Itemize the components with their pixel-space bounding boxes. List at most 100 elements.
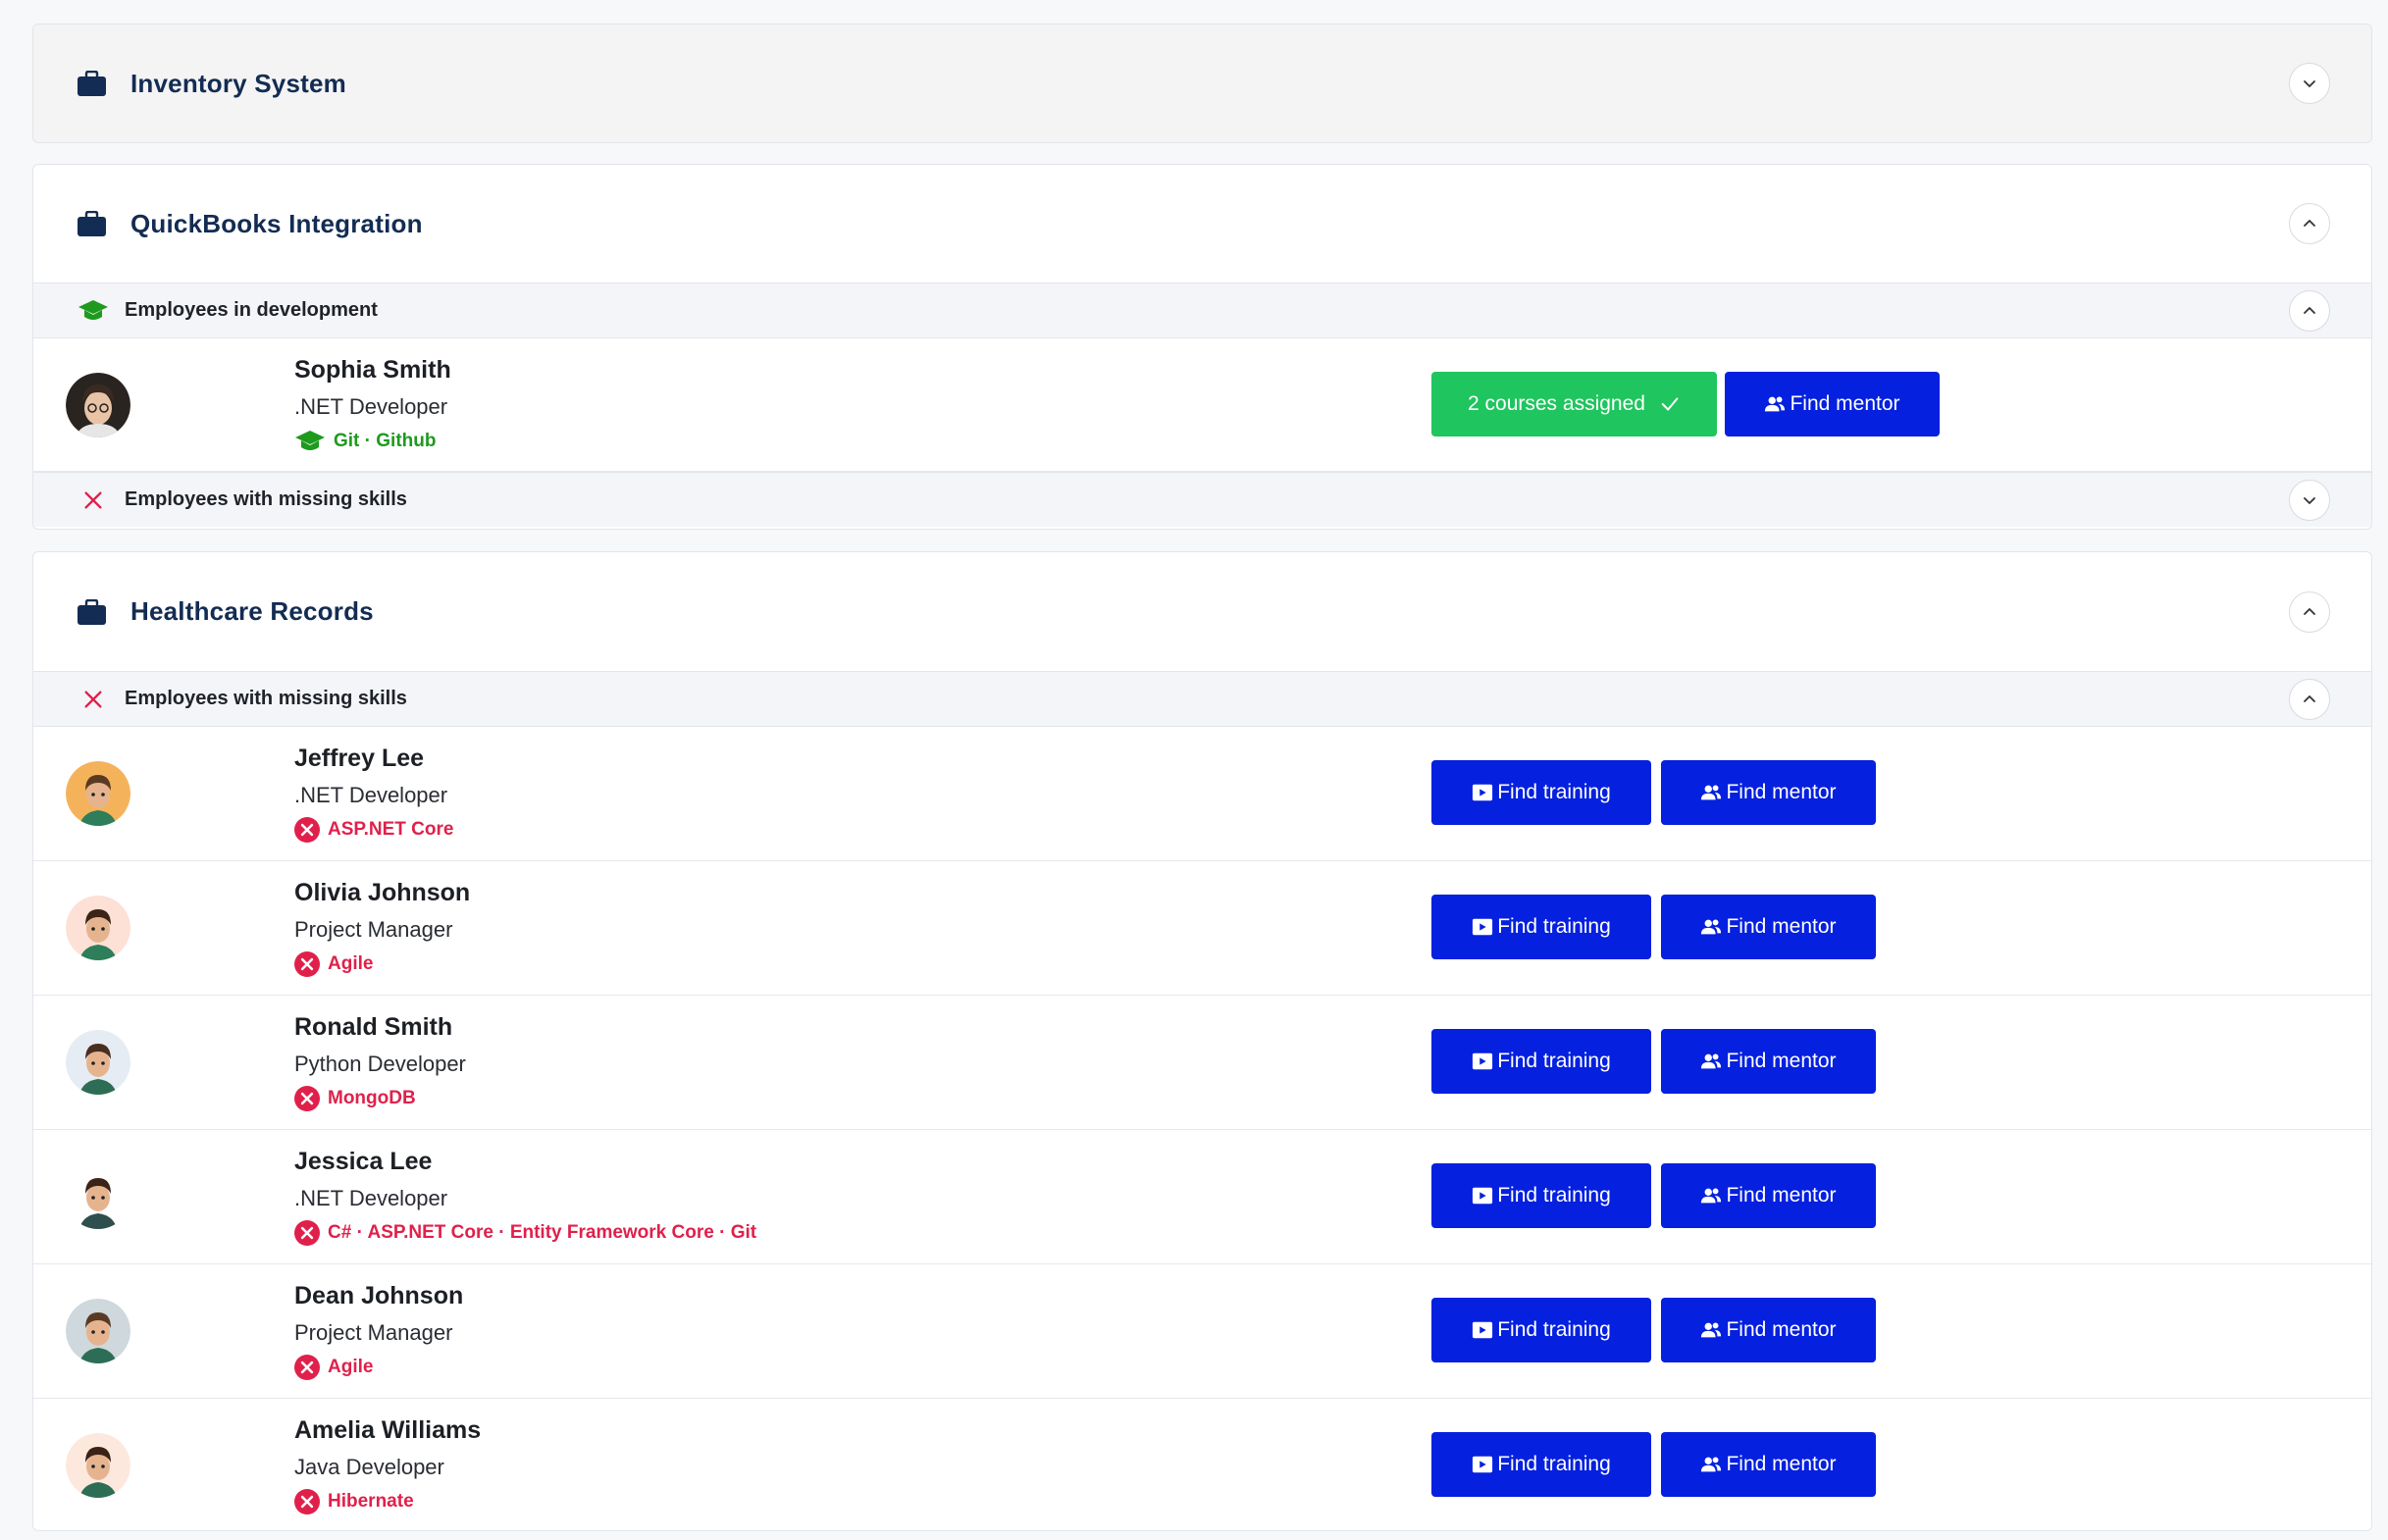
employee-name: Olivia Johnson <box>294 879 471 906</box>
employee-name: Jeffrey Lee <box>294 744 425 772</box>
employee-role: .NET Developer <box>294 783 448 807</box>
find-training-label: Find training <box>1497 915 1611 938</box>
project-title: QuickBooks Integration <box>130 208 423 238</box>
expand-chevron-down-icon[interactable] <box>2289 479 2330 521</box>
x-circle-icon <box>294 1489 320 1514</box>
missing-skills: Agile <box>294 951 373 977</box>
find-mentor-button[interactable]: Find mentor <box>1661 895 1876 959</box>
project-card-healthcare: Healthcare Records Employees with missin… <box>32 551 2372 1531</box>
briefcase-icon <box>78 211 106 236</box>
find-mentor-label: Find mentor <box>1726 1318 1837 1341</box>
section-header-missing-skills[interactable]: Employees with missing skills <box>33 472 2371 527</box>
collapse-chevron-up-icon[interactable] <box>2289 590 2330 633</box>
find-training-button[interactable]: Find training <box>1431 760 1651 825</box>
graduation-cap-icon <box>294 429 326 454</box>
project-header-healthcare[interactable]: Healthcare Records <box>33 552 2371 671</box>
find-mentor-button[interactable]: Find mentor <box>1661 1432 1876 1497</box>
find-mentor-button[interactable]: Find mentor <box>1661 1029 1876 1094</box>
missing-skills: MongoDB <box>294 1086 416 1111</box>
employee-name: Sophia Smith <box>294 356 451 384</box>
skills-list: MongoDB <box>328 1088 416 1108</box>
section-header-development[interactable]: Employees in development <box>33 282 2371 338</box>
find-training-label: Find training <box>1497 1050 1611 1072</box>
collapse-chevron-up-icon[interactable] <box>2289 289 2330 332</box>
expand-chevron-down-icon[interactable] <box>2289 63 2330 104</box>
x-mark-icon <box>78 686 109 713</box>
people-icon <box>1700 1319 1722 1341</box>
collapse-chevron-up-icon[interactable] <box>2289 203 2330 244</box>
skills-list: Hibernate <box>328 1491 414 1512</box>
find-training-label: Find training <box>1497 1184 1611 1206</box>
avatar <box>66 373 130 437</box>
missing-skills: Agile <box>294 1355 373 1380</box>
play-icon <box>1472 1319 1493 1341</box>
find-training-label: Find training <box>1497 781 1611 803</box>
employee-role: Project Manager <box>294 917 453 942</box>
courses-assigned-button[interactable]: 2 courses assigned <box>1431 372 1717 436</box>
briefcase-icon <box>78 599 106 625</box>
project-card-inventory: Inventory System <box>32 24 2372 143</box>
people-icon <box>1700 1185 1722 1206</box>
section-header-missing-skills[interactable]: Employees with missing skills <box>33 671 2371 727</box>
employee-name: Amelia Williams <box>294 1416 482 1444</box>
section-title: Employees with missing skills <box>125 488 407 510</box>
employee-row: Olivia Johnson Project Manager Agile Fin… <box>33 861 2371 996</box>
briefcase-icon <box>78 71 106 96</box>
section-title: Employees with missing skills <box>125 688 407 709</box>
employee-name: Ronald Smith <box>294 1013 453 1041</box>
skills-list: ASP.NET Core <box>328 819 454 840</box>
x-circle-icon <box>294 951 320 977</box>
find-training-button[interactable]: Find training <box>1431 895 1651 959</box>
project-card-quickbooks: QuickBooks Integration Employees in deve… <box>32 164 2372 530</box>
find-training-label: Find training <box>1497 1318 1611 1341</box>
avatar <box>66 1030 130 1095</box>
employee-role: Python Developer <box>294 1052 466 1076</box>
avatar <box>66 761 130 826</box>
project-header-quickbooks[interactable]: QuickBooks Integration <box>33 165 2371 282</box>
avatar <box>66 1433 130 1498</box>
missing-skills-list: Jeffrey Lee .NET Developer ASP.NET Core … <box>33 727 2371 1530</box>
play-icon <box>1472 916 1493 938</box>
project-title: Inventory System <box>130 68 346 98</box>
skills-list: Agile <box>328 953 374 974</box>
employee-row: Jessica Lee .NET Developer C# · ASP.NET … <box>33 1130 2371 1264</box>
find-mentor-label: Find mentor <box>1790 392 1900 415</box>
employee-row: Sophia Smith .NET Developer Git · Github… <box>33 338 2371 472</box>
people-icon <box>1700 1051 1722 1072</box>
project-header-inventory[interactable]: Inventory System <box>33 25 2371 142</box>
x-circle-icon <box>294 1086 320 1111</box>
skills-list: Agile <box>328 1357 374 1377</box>
project-title: Healthcare Records <box>130 596 374 626</box>
find-training-button[interactable]: Find training <box>1431 1432 1651 1497</box>
people-icon <box>1700 916 1722 938</box>
find-training-button[interactable]: Find training <box>1431 1298 1651 1362</box>
check-icon <box>1659 393 1681 415</box>
skills-list: C# · ASP.NET Core · Entity Framework Cor… <box>328 1222 757 1243</box>
people-icon <box>1700 782 1722 803</box>
find-training-button[interactable]: Find training <box>1431 1163 1651 1228</box>
collapse-chevron-up-icon[interactable] <box>2289 678 2330 720</box>
x-mark-icon <box>78 487 109 514</box>
play-icon <box>1472 1185 1493 1206</box>
employee-role: Java Developer <box>294 1455 444 1479</box>
find-mentor-label: Find mentor <box>1726 1453 1837 1475</box>
find-mentor-button[interactable]: Find mentor <box>1661 1163 1876 1228</box>
employee-row: Amelia Williams Java Developer Hibernate… <box>33 1399 2371 1530</box>
people-icon <box>1700 1454 1722 1475</box>
courses-assigned-label: 2 courses assigned <box>1468 392 1645 415</box>
section-title: Employees in development <box>125 299 378 321</box>
play-icon <box>1472 1454 1493 1475</box>
missing-skills: C# · ASP.NET Core · Entity Framework Cor… <box>294 1220 756 1246</box>
avatar <box>66 896 130 960</box>
employee-name: Jessica Lee <box>294 1148 433 1175</box>
avatar <box>66 1299 130 1363</box>
find-training-button[interactable]: Find training <box>1431 1029 1651 1094</box>
find-mentor-button[interactable]: Find mentor <box>1661 1298 1876 1362</box>
find-mentor-button[interactable]: Find mentor <box>1661 760 1876 825</box>
play-icon <box>1472 782 1493 803</box>
employee-role: .NET Developer <box>294 394 448 419</box>
people-icon <box>1764 393 1786 415</box>
x-circle-icon <box>294 1355 320 1380</box>
skills-list: Git · Github <box>334 431 437 451</box>
find-mentor-button[interactable]: Find mentor <box>1725 372 1940 436</box>
